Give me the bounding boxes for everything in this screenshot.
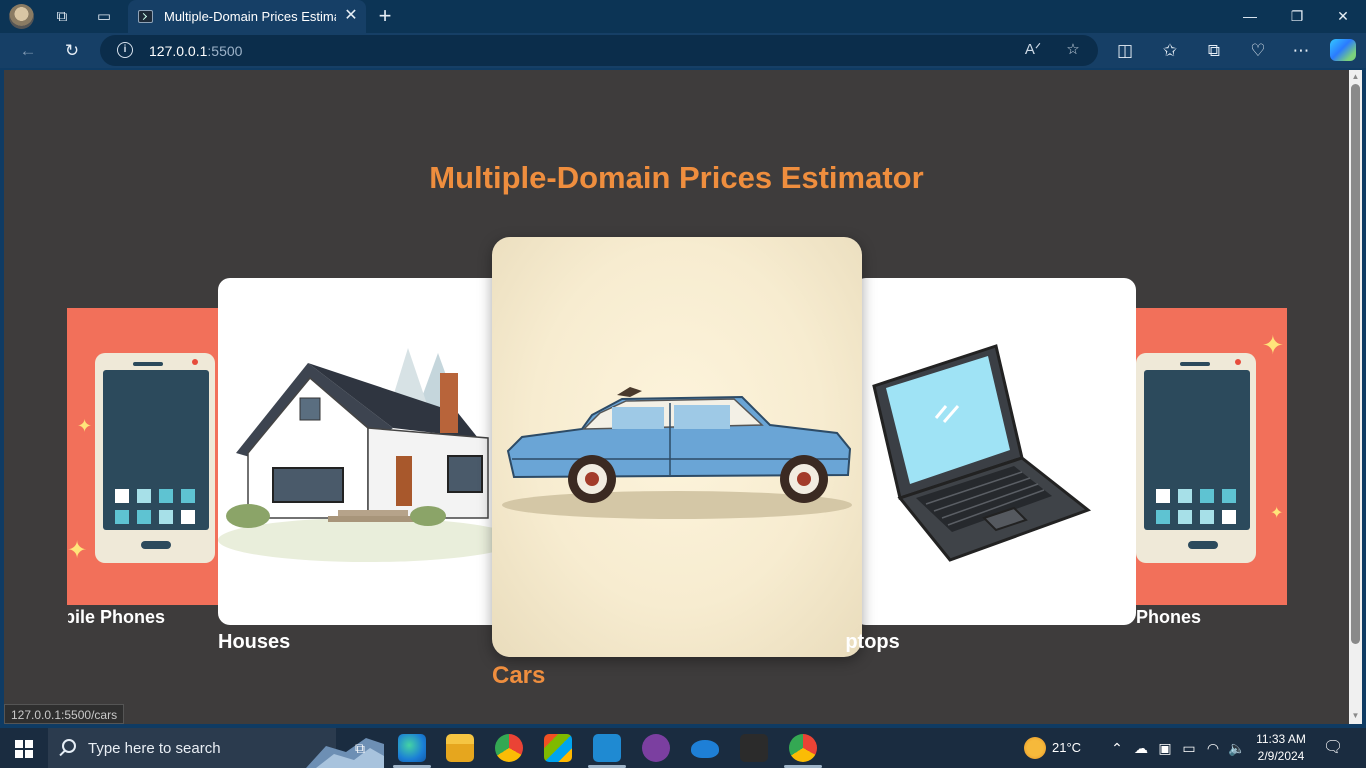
- phone-illustration-icon: ✦ ✦: [67, 353, 215, 564]
- minimize-button[interactable]: —: [1235, 5, 1265, 27]
- copilot-icon[interactable]: [1330, 39, 1356, 61]
- scroll-down-icon[interactable]: ▼: [1351, 712, 1360, 720]
- svg-text:✦: ✦: [1262, 330, 1284, 360]
- maximize-button[interactable]: ❐: [1282, 5, 1312, 27]
- svg-text:✦: ✦: [67, 537, 87, 564]
- card-laptops[interactable]: [854, 278, 1136, 625]
- workspaces-icon[interactable]: ⧉: [52, 7, 72, 27]
- card-cars[interactable]: [492, 237, 862, 657]
- card-label-phones-left[interactable]: Mobile Phones: [68, 607, 218, 628]
- house-illustration-icon: [218, 348, 508, 562]
- onedrive-tray-icon[interactable]: ☁: [1131, 738, 1151, 758]
- chrome-app-icon[interactable]: [495, 734, 523, 762]
- taskbar-search-box[interactable]: Type here to search: [48, 728, 384, 768]
- weather-temperature[interactable]: 21°C: [1052, 740, 1081, 755]
- tray-app-icon[interactable]: ▣: [1155, 738, 1175, 758]
- weather-icon[interactable]: [1024, 737, 1046, 759]
- tray-chevron-up-icon[interactable]: ⌃: [1107, 738, 1127, 758]
- favorites-icon[interactable]: ✩: [1158, 39, 1182, 63]
- page-scrollbar[interactable]: ▲ ▼: [1349, 70, 1362, 724]
- card-label-houses[interactable]: Houses: [218, 631, 290, 654]
- page-viewport: Multiple-Domain Prices Estimator ✦ ✦ ✦ ✦: [4, 70, 1349, 724]
- search-highlight-art-icon: [306, 738, 384, 768]
- favorite-star-icon[interactable]: ☆: [1062, 39, 1084, 61]
- new-tab-button[interactable]: +: [374, 4, 396, 28]
- edge-app-icon[interactable]: [398, 734, 426, 762]
- vscode-app-icon[interactable]: [593, 734, 621, 762]
- card-label-laptops[interactable]: Laptops: [846, 631, 936, 654]
- wifi-icon[interactable]: ◠: [1203, 738, 1223, 758]
- tab-title: Multiple-Domain Prices Estimator: [164, 9, 336, 24]
- laptop-illustration-icon: [872, 344, 1092, 562]
- task-view-icon[interactable]: ⧉: [350, 738, 370, 758]
- scrollbar-thumb[interactable]: [1351, 84, 1360, 644]
- refresh-icon[interactable]: ↻: [60, 39, 84, 63]
- scroll-up-icon[interactable]: ▲: [1351, 73, 1360, 81]
- tab-close-button[interactable]: ✕: [342, 6, 360, 26]
- page-title: Multiple-Domain Prices Estimator: [429, 160, 924, 195]
- address-text[interactable]: 127.0.0.1:5500: [149, 43, 242, 59]
- phone-illustration-icon: ✦ ✦: [1136, 330, 1284, 563]
- read-aloud-icon[interactable]: Aᐟ: [1022, 39, 1044, 61]
- postman-or-xampp-icon[interactable]: [740, 734, 768, 762]
- notifications-icon[interactable]: 🗨: [1323, 738, 1343, 758]
- tab-active[interactable]: Multiple-Domain Prices Estimator ✕: [128, 0, 366, 33]
- windows-start-icon[interactable]: [15, 740, 33, 758]
- site-info-icon[interactable]: i: [117, 42, 133, 58]
- volume-icon[interactable]: 🔈: [1227, 738, 1247, 758]
- taskbar-search-placeholder: Type here to search: [88, 740, 221, 757]
- github-desktop-icon[interactable]: [642, 734, 670, 762]
- collections-icon[interactable]: ⧉: [1202, 39, 1226, 63]
- close-window-button[interactable]: ✕: [1328, 5, 1358, 27]
- card-mobile-phones-right[interactable]: ✦ ✦: [1130, 308, 1287, 605]
- svg-text:✦: ✦: [77, 416, 92, 436]
- back-arrow-icon[interactable]: ←: [16, 39, 40, 63]
- browser-toolbar: ← ↻ i 127.0.0.1:5500 Aᐟ ☆ ◫ ✩ ⧉ ♡ ⋯: [0, 33, 1366, 68]
- link-status-url: 127.0.0.1:5500/cars: [4, 704, 125, 724]
- clock-time[interactable]: 11:33 AM: [1252, 732, 1310, 746]
- search-icon: [62, 739, 76, 753]
- tab-actions-icon[interactable]: ▭: [94, 7, 114, 27]
- card-label-cars[interactable]: Cars: [492, 662, 545, 690]
- car-illustration-icon: [502, 387, 852, 519]
- file-explorer-icon[interactable]: [446, 734, 474, 762]
- card-houses[interactable]: [218, 278, 508, 625]
- chrome-app-icon-2[interactable]: [789, 734, 817, 762]
- microsoft-store-icon[interactable]: [544, 734, 572, 762]
- battery-icon[interactable]: ▭: [1179, 738, 1199, 758]
- browser-essentials-icon[interactable]: ♡: [1246, 39, 1270, 63]
- svg-text:✦: ✦: [1270, 505, 1283, 522]
- onedrive-icon[interactable]: [691, 740, 719, 758]
- profile-avatar[interactable]: [9, 4, 34, 29]
- windows-taskbar: Type here to search ⧉ 21°C ⌃ ☁ ▣ ▭ ◠ 🔈 1…: [0, 728, 1366, 768]
- settings-more-icon[interactable]: ⋯: [1289, 39, 1313, 63]
- browser-titlebar: ⧉ ▭ Multiple-Domain Prices Estimator ✕ +…: [0, 0, 1366, 33]
- tab-favicon-icon: [138, 10, 153, 23]
- split-screen-icon[interactable]: ◫: [1113, 39, 1137, 63]
- card-label-phones-right[interactable]: Mobile Phones: [1134, 607, 1274, 628]
- card-mobile-phones-left[interactable]: ✦ ✦: [67, 308, 227, 605]
- clock-date[interactable]: 2/9/2024: [1252, 749, 1310, 763]
- address-bar[interactable]: i 127.0.0.1:5500 Aᐟ ☆: [100, 35, 1098, 66]
